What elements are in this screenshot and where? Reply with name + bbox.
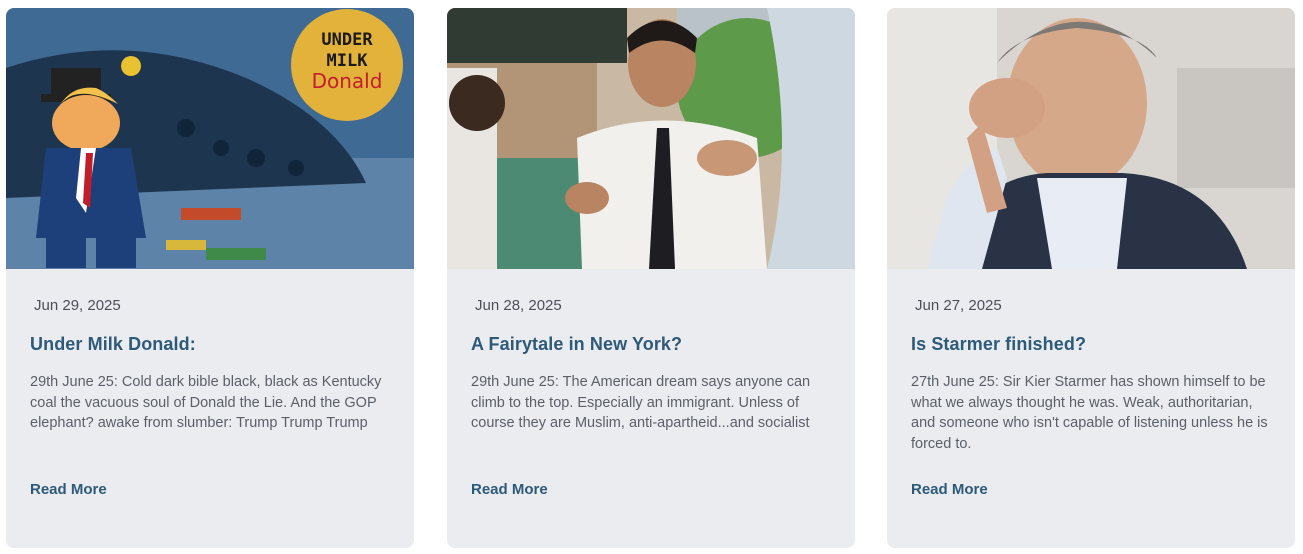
post-card[interactable]: UNDER MILK Donald Jun 29, 2025 Under Mil… (6, 8, 414, 548)
post-excerpt: 27th June 25: Sir Kier Starmer has shown… (911, 374, 1268, 452)
post-excerpt: 29th June 25: The American dream says an… (471, 374, 811, 431)
post-date: Jun 27, 2025 (915, 297, 1002, 314)
post-title[interactable]: Under Milk Donald: (30, 334, 196, 355)
image-badge-line-3: Donald (312, 69, 383, 93)
image-badge-line-2: MILK (327, 51, 369, 71)
post-date: Jun 29, 2025 (34, 297, 121, 314)
post-card[interactable]: Jun 27, 2025 Is Starmer finished? 27th J… (887, 8, 1295, 548)
post-title[interactable]: A Fairytale in New York? (471, 334, 682, 355)
post-image-under-milk-donald[interactable]: UNDER MILK Donald (6, 8, 414, 269)
read-more-link[interactable]: Read More (30, 481, 107, 498)
image-badge-line-1: UNDER (321, 30, 373, 50)
read-more-link[interactable]: Read More (471, 481, 548, 498)
read-more-link[interactable]: Read More (911, 481, 988, 498)
post-card[interactable]: Jun 28, 2025 A Fairytale in New York? 29… (447, 8, 855, 548)
post-image-starmer[interactable] (887, 8, 1295, 269)
blog-post-grid: UNDER MILK Donald Jun 29, 2025 Under Mil… (0, 0, 1303, 554)
post-date: Jun 28, 2025 (475, 297, 562, 314)
post-excerpt: 29th June 25: Cold dark bible black, bla… (30, 374, 382, 431)
post-image-fairytale-new-york[interactable] (447, 8, 855, 269)
post-title[interactable]: Is Starmer finished? (911, 334, 1086, 355)
